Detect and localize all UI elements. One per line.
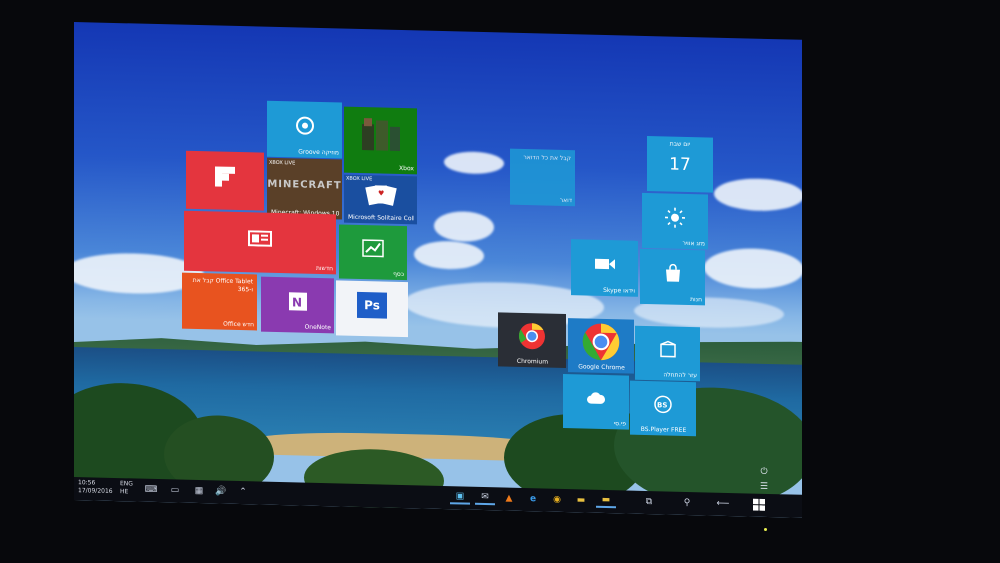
cloud — [714, 177, 802, 212]
tile-minecraft[interactable]: XBOX LIVE MINECRAFT Minecraft: Windows 1… — [267, 157, 342, 220]
bsplayer-icon: BS — [654, 395, 672, 414]
vlc-icon: ▲ — [505, 493, 513, 504]
taskbar-app-edge[interactable]: e — [524, 492, 542, 506]
tile-news[interactable]: חדשות — [184, 210, 336, 275]
start-button[interactable] — [750, 498, 768, 512]
windows-logo-icon — [753, 498, 765, 511]
svg-text:♥: ♥ — [378, 189, 384, 197]
tile-mail[interactable]: קבל את כל הדואר דואר — [510, 148, 575, 207]
tile-label: חנות — [690, 296, 702, 304]
tile-bsplayer[interactable]: BS BS.Player FREE — [630, 380, 696, 437]
minecraft-logo: MINECRAFT — [267, 178, 342, 192]
chevron-up-icon[interactable]: ⌃ — [236, 485, 250, 499]
taskbar-app-folder[interactable]: ▬ — [596, 493, 616, 509]
clock-date: 17/09/2016 — [78, 487, 113, 495]
tile-photoshop[interactable]: Ps — [336, 280, 408, 338]
svg-text:BS: BS — [657, 401, 667, 409]
store-icon: ▣ — [455, 491, 465, 502]
taskbar-app-chrome[interactable]: ◉ — [548, 493, 566, 507]
office-promo-text: קבל את Office Tablet ו-365 — [192, 276, 253, 294]
tile-xbox[interactable]: Xbox — [344, 106, 417, 175]
cloud — [704, 247, 802, 290]
all-apps-icon[interactable]: ☰ — [757, 482, 771, 494]
tile-label: Skype וידאו — [603, 286, 635, 295]
store-bag-icon — [665, 263, 680, 282]
chrome-icon: ◉ — [553, 494, 561, 505]
tile-label: OneNote — [304, 323, 331, 332]
notification-icon[interactable]: ▭ — [168, 483, 182, 497]
cloud — [434, 210, 494, 243]
task-view-icon[interactable]: ⧉ — [640, 495, 658, 509]
taskbar-app-vlc[interactable]: ▲ — [500, 491, 518, 505]
tile-label: Xbox — [399, 164, 414, 173]
edge-icon: e — [529, 494, 537, 505]
tile-flipboard[interactable] — [186, 150, 264, 211]
volume-icon[interactable]: 🔊 — [214, 484, 228, 498]
back-arrow-icon[interactable]: ⟵ — [714, 497, 732, 511]
tile-calendar[interactable]: יום שבת 17 — [647, 136, 713, 193]
taskbar-clock[interactable]: 10:56 17/09/2016 — [78, 479, 113, 496]
tile-chromium[interactable]: Chromium — [498, 312, 566, 369]
tile-groove[interactable]: Groove מוזיקה — [267, 100, 342, 159]
tile-weather[interactable]: מזג אוויר — [642, 192, 708, 250]
cloud — [414, 240, 484, 271]
tile-label: כסף — [393, 270, 404, 279]
tile-chrome[interactable]: Google Chrome — [568, 318, 634, 374]
tile-label: עזר להתחלה — [663, 371, 697, 380]
desktop-screen: Groove מוזיקה Xbox XBOX LIVE MINECRAFT M… — [74, 22, 802, 518]
tile-label: Office חדש — [223, 320, 254, 329]
video-camera-icon — [594, 258, 615, 270]
monitor-power-led — [764, 528, 767, 531]
language-sub: HE — [120, 488, 129, 496]
taskbar-app-store[interactable]: ▣ — [450, 490, 470, 505]
xbox-characters-icon — [361, 118, 400, 151]
photoshop-icon: Ps — [357, 291, 387, 319]
folder-icon: ▬ — [576, 495, 586, 506]
tile-label — [340, 334, 405, 336]
taskbar-app-mail[interactable]: ✉ — [475, 490, 495, 506]
taskbar-app-explorer[interactable]: ▬ — [572, 493, 590, 507]
power-icon[interactable]: ⏻ — [757, 467, 771, 479]
tile-money[interactable]: כסף — [339, 224, 407, 281]
groove-disc-icon — [295, 116, 314, 135]
tile-pc[interactable]: פי.סי — [563, 373, 629, 430]
calendar-day-name: יום שבת — [669, 140, 691, 149]
chart-up-icon — [362, 239, 384, 258]
tile-label: Microsoft Solitaire Collection — [348, 213, 414, 223]
file-explorer-icon: ▬ — [601, 494, 611, 506]
tile-label: Google Chrome — [578, 363, 625, 372]
newspaper-icon — [248, 230, 272, 247]
cloud — [444, 151, 504, 175]
svg-text:N: N — [292, 295, 302, 309]
tile-onenote[interactable]: N OneNote — [261, 276, 334, 334]
language-indicator[interactable]: ENG HE — [120, 480, 133, 496]
chrome-icon — [582, 323, 620, 361]
box-icon — [659, 340, 676, 358]
tile-label: BS.Player FREE — [640, 425, 687, 434]
sun-icon — [665, 207, 685, 228]
playing-cards-icon: ♥ — [364, 185, 397, 206]
tile-solitaire[interactable]: XBOX LIVE ♥ Microsoft Solitaire Collecti… — [344, 174, 417, 225]
tile-label: Chromium — [516, 357, 549, 366]
network-icon[interactable]: ▦ — [192, 484, 206, 498]
tile-skype[interactable]: Skype וידאו — [571, 239, 638, 297]
mail-icon: ✉ — [481, 491, 489, 503]
tile-label: דואר — [559, 196, 572, 205]
onenote-icon: N — [288, 291, 307, 311]
search-icon[interactable]: ⚲ — [678, 496, 696, 510]
cloud-icon — [587, 392, 606, 404]
tile-office[interactable]: קבל את Office Tablet ו-365 Office חדש — [182, 272, 257, 331]
tile-label: Groove מוזיקה — [298, 148, 339, 157]
tile-getting-started[interactable]: עזר להתחלה — [635, 325, 700, 382]
tile-label — [190, 207, 261, 209]
chromium-icon — [519, 323, 545, 350]
tile-store[interactable]: חנות — [640, 248, 705, 306]
flipboard-icon — [215, 166, 235, 187]
tile-label: מזג אוויר — [682, 239, 705, 248]
keyboard-icon[interactable]: ⌨ — [144, 483, 158, 497]
calendar-day-number: 17 — [669, 154, 691, 176]
mail-promo-text: קבל את כל הדואר — [523, 153, 571, 163]
tile-label: פי.סי — [613, 420, 626, 428]
